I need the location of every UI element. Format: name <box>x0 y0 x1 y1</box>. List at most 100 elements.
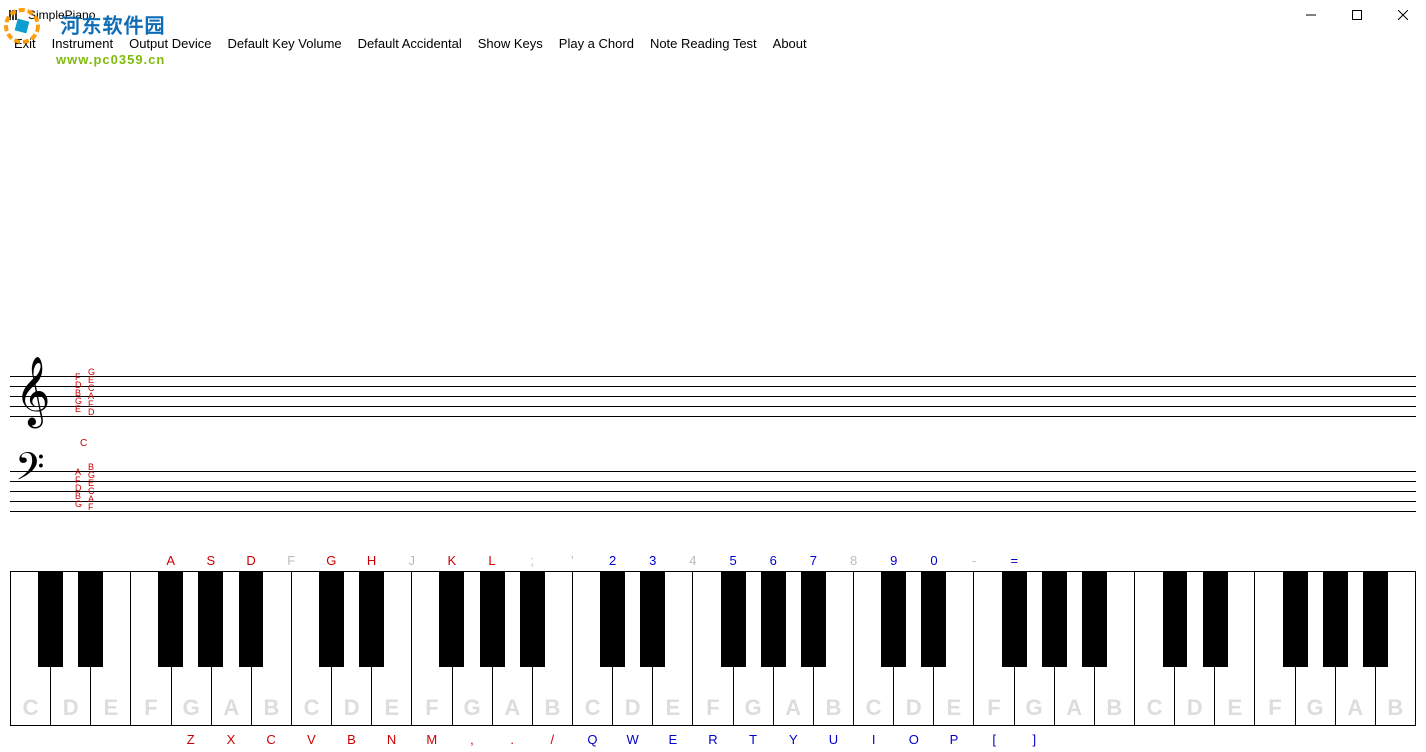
white-key-label: A <box>1336 695 1375 721</box>
black-key[interactable] <box>359 571 384 667</box>
black-key[interactable] <box>600 571 625 667</box>
bass-staff: 𝄢 AFDBG BGECAF <box>0 461 1426 536</box>
black-key[interactable] <box>1042 571 1067 667</box>
black-hint: 9 <box>884 553 904 568</box>
white-hint: [ <box>984 732 1004 747</box>
black-key[interactable] <box>1002 571 1027 667</box>
black-key[interactable] <box>439 571 464 667</box>
black-key[interactable] <box>239 571 264 667</box>
black-key[interactable] <box>921 571 946 667</box>
black-key[interactable] <box>1082 571 1107 667</box>
white-key-label: D <box>613 695 652 721</box>
white-key-label: E <box>91 695 130 721</box>
black-key[interactable] <box>881 571 906 667</box>
white-hint: T <box>743 732 763 747</box>
menu-exit[interactable]: Exit <box>6 32 44 55</box>
white-key-label: A <box>493 695 532 721</box>
treble-space-notes: GECAFD <box>88 368 95 416</box>
black-key[interactable] <box>78 571 103 667</box>
black-hint: S <box>201 553 221 568</box>
staff-area: 𝄞 FDBGE GECAFD C 𝄢 AFDBG BGECAF <box>0 366 1426 516</box>
white-key-label: G <box>1015 695 1054 721</box>
white-key-label: G <box>453 695 492 721</box>
black-hint: 3 <box>643 553 663 568</box>
white-hint: ] <box>1024 732 1044 747</box>
white-hint: X <box>221 732 241 747</box>
white-hint: M <box>422 732 442 747</box>
black-key[interactable] <box>198 571 223 667</box>
app-icon <box>8 8 22 22</box>
black-hint: 7 <box>803 553 823 568</box>
white-key-label: D <box>332 695 371 721</box>
window-controls <box>1288 0 1426 30</box>
menu-default-accidental[interactable]: Default Accidental <box>350 32 470 55</box>
menu-instrument[interactable]: Instrument <box>44 32 121 55</box>
white-hint: / <box>542 732 562 747</box>
white-hint: Y <box>783 732 803 747</box>
menu-output-device[interactable]: Output Device <box>121 32 219 55</box>
white-hint: P <box>944 732 964 747</box>
menu-default-key-volume[interactable]: Default Key Volume <box>219 32 349 55</box>
black-key[interactable] <box>721 571 746 667</box>
black-key[interactable] <box>38 571 63 667</box>
black-hint: K <box>442 553 462 568</box>
maximize-button[interactable] <box>1334 0 1380 30</box>
black-key[interactable] <box>319 571 344 667</box>
black-hint: 8 <box>844 553 864 568</box>
white-hint: U <box>824 732 844 747</box>
black-key[interactable] <box>1283 571 1308 667</box>
bass-line-notes: AFDBG <box>75 468 82 508</box>
black-key[interactable] <box>640 571 665 667</box>
white-key-label: G <box>1296 695 1335 721</box>
black-hint: 6 <box>763 553 783 568</box>
window-title: SimplePiano <box>28 8 95 22</box>
black-key[interactable] <box>801 571 826 667</box>
white-hint: E <box>663 732 683 747</box>
menu-show-keys[interactable]: Show Keys <box>470 32 551 55</box>
black-hint: D <box>241 553 261 568</box>
black-hint: G <box>321 553 341 568</box>
black-key[interactable] <box>480 571 505 667</box>
black-key[interactable] <box>1363 571 1388 667</box>
black-hint: 2 <box>603 553 623 568</box>
white-key-label: C <box>292 695 331 721</box>
white-key-label: B <box>1095 695 1134 721</box>
black-key[interactable] <box>158 571 183 667</box>
white-hint: R <box>703 732 723 747</box>
white-key-label: E <box>934 695 973 721</box>
menu-note-reading-test[interactable]: Note Reading Test <box>642 32 765 55</box>
white-key-label: F <box>412 695 451 721</box>
black-hint: = <box>1004 553 1024 568</box>
black-key[interactable] <box>1323 571 1348 667</box>
titlebar: SimplePiano <box>0 0 1426 30</box>
black-hint: - <box>964 553 984 568</box>
white-key-label: E <box>653 695 692 721</box>
piano-keyboard: CDEFGABCDEFGABCDEFGABCDEFGABCDEFGAB <box>10 571 1416 726</box>
black-hint: F <box>281 553 301 568</box>
white-key-label: C <box>573 695 612 721</box>
white-key-label: G <box>172 695 211 721</box>
white-hint: C <box>261 732 281 747</box>
minimize-button[interactable] <box>1288 0 1334 30</box>
white-key-label: B <box>533 695 572 721</box>
black-key[interactable] <box>761 571 786 667</box>
white-key-label: D <box>894 695 933 721</box>
white-hint: W <box>623 732 643 747</box>
close-button[interactable] <box>1380 0 1426 30</box>
white-key-label: F <box>974 695 1013 721</box>
white-key-label: C <box>854 695 893 721</box>
white-key-label: F <box>131 695 170 721</box>
black-hint: 4 <box>683 553 703 568</box>
white-hint: O <box>904 732 924 747</box>
treble-clef-icon: 𝄞 <box>15 361 50 421</box>
black-key[interactable] <box>520 571 545 667</box>
black-key[interactable] <box>1163 571 1188 667</box>
white-key-label: B <box>814 695 853 721</box>
white-hint: . <box>502 732 522 747</box>
black-hint: J <box>402 553 422 568</box>
menu-about[interactable]: About <box>765 32 815 55</box>
black-hint: ; <box>522 553 542 568</box>
menu-play-chord[interactable]: Play a Chord <box>551 32 642 55</box>
black-hint: 5 <box>723 553 743 568</box>
black-key[interactable] <box>1203 571 1228 667</box>
